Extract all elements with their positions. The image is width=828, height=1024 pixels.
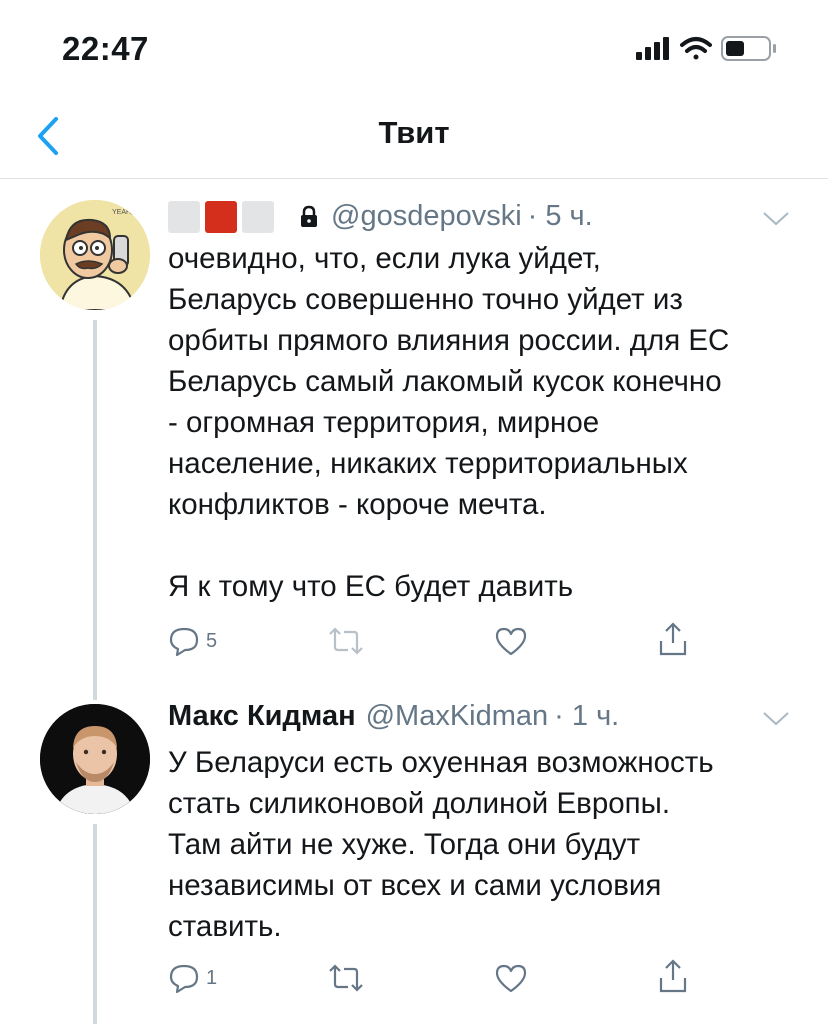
caret-down-icon[interactable] [762,210,790,228]
tweet[interactable]: YEAH, SO @gosdepovski · 5 ч. очевидно, ч… [0,180,828,700]
handle[interactable]: @gosdepovski [331,200,522,233]
lock-icon [301,205,317,227]
timestamp[interactable]: · 1 ч. [554,700,619,733]
retweet-icon [329,627,363,655]
handle[interactable]: @MaxKidman [366,700,549,733]
tweet-actions: 5 [0,622,828,665]
status-bar: 22:47 [0,0,828,95]
like-icon [495,964,527,993]
share-button[interactable] [657,958,689,994]
display-name[interactable] [168,200,289,233]
tweet[interactable]: Макс Кидман @MaxKidman · 1 ч. У Беларуси… [0,690,828,1024]
svg-text:YEAH, SO: YEAH, SO [112,209,146,216]
navigation-bar: Твит [0,95,828,179]
avatar[interactable]: YEAH, SO [40,200,150,310]
caret-down-icon[interactable] [762,710,790,728]
retweet-icon [329,964,363,992]
share-button[interactable] [657,621,689,657]
tweet-header: Макс Кидман @MaxKidman · 1 ч. [168,700,619,733]
tweet-header: @gosdepovski · 5 ч. [168,200,593,233]
tweet-text: У Беларуси есть охуенная возможность ста… [168,746,714,943]
like-button[interactable] [494,625,528,657]
retweet-button[interactable] [328,962,364,994]
reply-button[interactable]: 1 [168,962,217,994]
white-square-icon [242,200,274,233]
reply-count: 5 [206,629,218,652]
red-square-icon [205,200,237,233]
display-name[interactable]: Макс Кидман [168,700,356,733]
reply-count: 1 [206,966,218,989]
share-icon [659,622,687,656]
wifi-icon [680,37,712,60]
tweet-actions: 1 [0,959,828,1002]
timestamp[interactable]: · 5 ч. [528,200,593,233]
reply-button[interactable]: 5 [168,625,217,657]
status-time: 22:47 [62,30,149,67]
avatar[interactable] [40,704,150,814]
status-icons [636,34,796,64]
signal-icon [636,37,669,60]
reply-icon [169,964,199,994]
reply-icon [169,627,199,657]
retweet-button[interactable] [328,625,364,657]
like-icon [495,627,527,656]
battery-icon [721,36,776,61]
share-icon [659,959,687,993]
page-title: Твит [378,115,450,150]
white-square-icon [168,200,200,233]
like-button[interactable] [494,962,528,994]
tweet-text: очевидно, что, если лука уйдет, Беларусь… [168,242,730,603]
